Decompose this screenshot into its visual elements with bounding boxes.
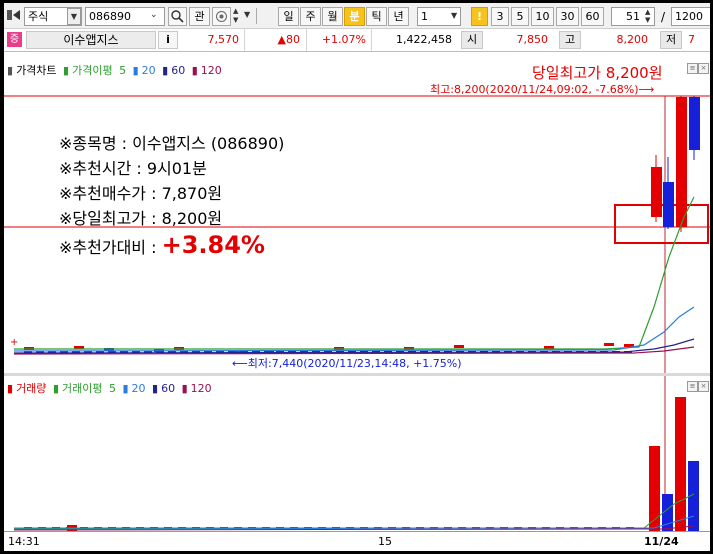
period-button-month[interactable]: 월 xyxy=(322,7,343,26)
candle xyxy=(663,182,674,227)
menu-icon[interactable] xyxy=(7,9,21,21)
price-change-percent: +1.07% xyxy=(321,33,366,46)
open-price: 7,850 xyxy=(516,33,549,46)
annotation-high-price: ※당일최고가 : 8,200원 xyxy=(59,209,223,228)
volume-bar xyxy=(675,397,686,531)
interval-label: 60 xyxy=(585,10,600,23)
low-label-text: 저 xyxy=(665,33,677,46)
candle xyxy=(604,343,614,346)
chevron-down-icon[interactable]: ▼ xyxy=(244,10,250,19)
trade-volume: 1,422,458 xyxy=(396,33,452,46)
chevron-down-icon[interactable]: ▼ xyxy=(451,11,457,20)
interval-badge-label: ! xyxy=(476,10,483,23)
count-value: 51 xyxy=(626,10,640,23)
divider xyxy=(306,29,307,51)
stock-name-field[interactable]: 이수앱지스 xyxy=(26,31,156,49)
chart-window: 주식 ▼ 086890 ⌄ 관 ▲ ▼ ▼ 일 주 월 분 틱 년 1 ▼ ! 3… xyxy=(4,3,710,551)
group-icon xyxy=(216,11,227,22)
total-count-field[interactable]: 1200 xyxy=(671,7,710,26)
interval-button-3[interactable]: 3 xyxy=(491,7,509,26)
high-label-text: 고 xyxy=(564,33,576,46)
group-button[interactable] xyxy=(212,7,231,26)
interval-button-10[interactable]: 10 xyxy=(531,7,554,26)
annotation-stock: ※종목명 : 이수앱지스 (086890) xyxy=(59,134,285,153)
search-button[interactable] xyxy=(168,7,187,26)
left-tick-marker: + xyxy=(10,337,18,348)
stock-name: 이수앱지스 xyxy=(63,33,119,47)
info-icon: i xyxy=(166,33,170,46)
toolbar: 주식 ▼ 086890 ⌄ 관 ▲ ▼ ▼ 일 주 월 분 틱 년 1 ▼ ! 3… xyxy=(4,3,710,29)
interval-label: 10 xyxy=(535,10,550,23)
chevron-down-icon[interactable]: ⌄ xyxy=(150,10,158,20)
x-axis-label: 15 xyxy=(378,535,392,548)
interval-label: 5 xyxy=(516,10,524,23)
period-button-minute[interactable]: 분 xyxy=(344,7,365,26)
market-icon-label: 증 xyxy=(9,34,20,45)
quote-bar: 증 이수앱지스 i 7,570 ▲80 +1.07% 1,422,458 시 7… xyxy=(4,29,710,52)
annotation-return-value: +3.84% xyxy=(161,231,265,259)
x-axis-label: 11/24 xyxy=(644,535,679,548)
x-axis-label: 14:31 xyxy=(8,535,40,548)
period-button-week[interactable]: 주 xyxy=(300,7,321,26)
volume-chart-panel[interactable]: ▮ 거래량 ▮ 거래이평 5 ▮ 20 ▮ 60 ▮ 120 ≡ × xyxy=(4,376,710,531)
candle xyxy=(651,167,662,217)
annotation-return-label: ※추천가대비 : xyxy=(59,238,157,257)
vma5-line xyxy=(14,493,695,529)
low-label: 저 xyxy=(660,31,682,49)
high-price: 8,200 xyxy=(616,33,649,46)
candle xyxy=(676,97,687,227)
annotation-buy-price: ※추천매수가 : 7,870원 xyxy=(59,184,223,203)
separator xyxy=(256,8,257,24)
period-label: 일 xyxy=(283,10,294,23)
candle xyxy=(689,97,700,150)
candle xyxy=(454,345,464,348)
total-count-value: 1200 xyxy=(675,10,703,23)
period-label: 주 xyxy=(305,10,316,23)
period-button-year[interactable]: 년 xyxy=(388,7,409,26)
interval-button-5[interactable]: 5 xyxy=(511,7,529,26)
open-label-text: 시 xyxy=(466,33,478,46)
search-icon xyxy=(171,10,184,23)
slash-label: / xyxy=(661,10,666,24)
chevron-down-icon[interactable]: ▼ xyxy=(67,8,81,25)
period-button-day[interactable]: 일 xyxy=(278,7,299,26)
price-chart-panel[interactable]: ▮ 가격차트 ▮ 가격이평 5 ▮ 20 ▮ 60 ▮ 120 ≡ × 당일최고가 8,2… xyxy=(4,57,710,375)
interval-button-30[interactable]: 30 xyxy=(556,7,579,26)
volume-bar xyxy=(649,446,660,531)
annotation-return: ※추천가대비 : +3.84% xyxy=(59,231,265,259)
volume-chart-canvas[interactable] xyxy=(4,376,710,531)
ma20-line xyxy=(13,306,695,352)
open-label: 시 xyxy=(461,31,483,49)
price-change: ▲80 xyxy=(277,33,300,46)
current-price: 7,570 xyxy=(207,33,240,46)
info-button[interactable]: i xyxy=(158,31,178,49)
interest-label: 관 xyxy=(194,10,205,23)
interest-button[interactable]: 관 xyxy=(189,7,210,26)
annotation-time: ※추천시간 : 9시01분 xyxy=(59,159,207,178)
interval-button-60[interactable]: 60 xyxy=(581,7,604,26)
market-type-value: 주식 xyxy=(28,10,49,23)
count-stepper-icon[interactable]: ▲ ▼ xyxy=(645,8,654,24)
market-icon: 증 xyxy=(7,32,22,47)
x-axis: 14:31 15 11/24 xyxy=(4,531,710,551)
period-label: 년 xyxy=(393,10,404,23)
high-label: 고 xyxy=(559,31,581,49)
spin-arrows-icon[interactable]: ▲ ▼ xyxy=(233,7,242,26)
period-button-tick[interactable]: 틱 xyxy=(366,7,387,26)
period-label: 분 xyxy=(349,10,360,23)
low-price-cut: 7 xyxy=(688,33,695,46)
interval-label: 3 xyxy=(496,10,504,23)
period-label: 틱 xyxy=(371,10,382,23)
period-label: 월 xyxy=(327,10,338,23)
interval-value: 1 xyxy=(421,10,428,23)
interval-label: 30 xyxy=(560,10,575,23)
interval-badge[interactable]: ! xyxy=(471,7,488,26)
divider xyxy=(371,29,372,51)
stock-code-value: 086890 xyxy=(89,10,131,23)
divider xyxy=(244,29,245,51)
